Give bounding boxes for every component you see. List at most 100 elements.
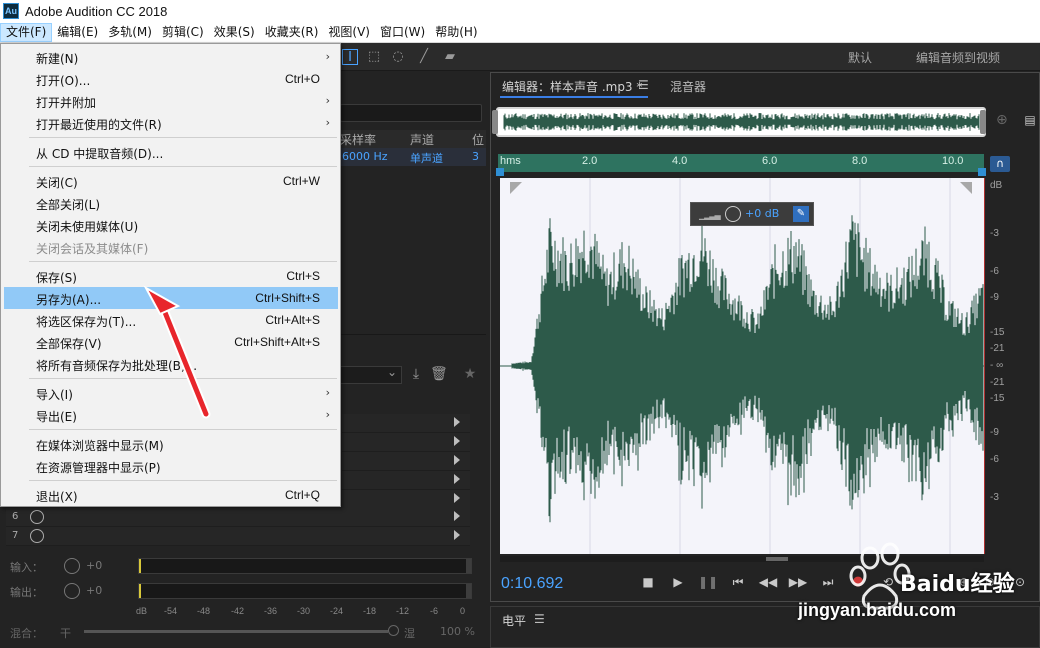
menu-file[interactable]: 文件(F) [0,22,53,42]
menu-item-shortcut: Ctrl+Q [284,488,320,502]
marquee-tool-icon[interactable]: ⬚ [366,49,382,65]
input-level-meter [138,558,472,574]
volume-knob[interactable] [725,206,741,222]
levels-panel-title[interactable]: 电平 [502,612,526,629]
menu-help[interactable]: 帮助(H) [430,23,482,42]
play-icon[interactable]: ▶ [668,574,688,590]
menu-edit[interactable]: 编辑(E) [52,23,103,42]
panel-menu-icon[interactable]: ☰ [638,78,649,92]
levels-menu-icon[interactable]: ☰ [534,612,545,626]
menu-window[interactable]: 窗口(W) [375,23,430,42]
save-preset-icon[interactable]: ⤓ [408,366,424,382]
menu-item-save-selection[interactable]: 将选区保存为(T)... Ctrl+Alt+S [4,309,338,331]
menu-item-close-session: 关闭会话及其媒体(F) [4,236,338,258]
menu-effects[interactable]: 效果(S) [209,23,260,42]
zoom-navigator-icon[interactable]: ⊕ [996,112,1008,128]
menu-item-save-all[interactable]: 全部保存(V) Ctrl+Shift+Alt+S [4,331,338,353]
column-bit[interactable]: 位 [472,131,484,148]
preset-dropdown[interactable] [340,365,402,384]
effect-slot[interactable] [342,452,470,471]
slot-arrow-icon[interactable] [454,417,460,427]
menu-item-close-unused[interactable]: 关闭未使用媒体(U) [4,214,338,236]
watermark-url: jingyan.baidu.com [798,600,957,620]
timeline-ruler[interactable]: hms 2.0 4.0 6.0 8.0 10.0 [498,154,984,172]
go-to-start-icon[interactable]: ⏮ [728,574,748,590]
waveform-display[interactable] [500,178,984,554]
timeline-end-marker[interactable] [978,168,986,176]
power-icon[interactable] [30,529,44,543]
menu-item-label: 保存(S) [36,271,77,285]
column-channels[interactable]: 声道 [410,131,434,148]
menu-item-open-recent[interactable]: 打开最近使用的文件(R) › [4,112,338,134]
tab-editor[interactable]: 编辑器：样本声音 .mp3 * [502,78,642,95]
menu-favorites[interactable]: 收藏夹(R) [260,23,324,42]
timeline-label: 6.0 [762,155,778,167]
slot-arrow-icon[interactable] [454,455,460,465]
trash-icon[interactable]: 🗑 [430,366,448,382]
tab-mixer[interactable]: 混音器 [670,78,706,95]
menu-item-label: 将选区保存为(T)... [36,315,137,329]
effect-slot[interactable]: 6 [6,508,470,527]
effect-slot[interactable] [342,471,470,490]
pause-icon[interactable]: ❚❚ [698,574,718,590]
menu-item-batch-save[interactable]: 将所有音频保存为批处理(B)... [4,353,338,375]
app-logo: Au [3,3,19,19]
menu-item-exit[interactable]: 退出(X) Ctrl+Q [4,484,338,506]
effect-slot[interactable] [342,490,470,509]
file-row[interactable]: 6000 Hz 单声道 3 [340,148,486,166]
menu-item-export[interactable]: 导出(E) › [4,404,338,426]
menu-multitrack[interactable]: 多轨(M) [103,23,157,42]
menu-item-close[interactable]: 关闭(C) Ctrl+W [4,170,338,192]
timeline-start-marker[interactable] [496,168,504,176]
stop-icon[interactable]: ■ [638,574,658,590]
panel-options-icon[interactable]: ▤ [1020,112,1040,128]
files-column-headers: 采样率 声道 位 [340,130,486,148]
volume-value: +0 dB [745,207,780,220]
overview-waveform-graphic [503,113,980,131]
files-search-input[interactable] [340,104,482,122]
menu-clip[interactable]: 剪辑(C) [157,23,209,42]
mix-slider-track[interactable] [84,630,388,633]
effect-slot[interactable]: 7 [6,527,470,546]
overview-right-handle[interactable] [980,110,986,134]
effect-slot[interactable] [342,433,470,452]
menu-item-new[interactable]: 新建(N) › [4,46,338,68]
current-time-display[interactable]: 0:10.692 [501,575,563,593]
menu-item-extract-cd[interactable]: 从 CD 中提取音频(D)... [4,141,338,163]
workspace-default[interactable]: 默认 [848,49,872,66]
slot-arrow-icon[interactable] [454,493,460,503]
input-gain-knob[interactable] [64,558,80,574]
mix-slider-handle[interactable] [388,625,399,636]
menu-separator [29,480,337,481]
slot-arrow-icon[interactable] [454,511,460,521]
column-sample-rate[interactable]: 采样率 [340,131,376,148]
file-dropdown-menu: 新建(N) › 打开(O)... Ctrl+O 打开并附加 › 打开最近使用的文… [0,43,341,507]
menu-item-open[interactable]: 打开(O)... Ctrl+O [4,68,338,90]
menu-item-close-all[interactable]: 全部关闭(L) [4,192,338,214]
spot-healing-tool-icon[interactable]: ▰ [442,49,458,65]
menu-item-import[interactable]: 导入(I) › [4,382,338,404]
slot-arrow-icon[interactable] [454,530,460,540]
menu-item-open-append[interactable]: 打开并附加 › [4,90,338,112]
brush-tool-icon[interactable]: ╱ [416,49,432,65]
menu-item-save[interactable]: 保存(S) Ctrl+S [4,265,338,287]
overview-waveform[interactable] [496,107,986,137]
overview-left-handle[interactable] [492,110,498,134]
menu-item-save-as[interactable]: 另存为(A)... Ctrl+Shift+S [4,287,338,309]
rewind-icon[interactable]: ◀◀ [758,574,778,590]
menu-item-reveal-media-browser[interactable]: 在媒体浏览器中显示(M) [4,433,338,455]
snap-magnet-icon[interactable]: ∩ [990,156,1010,172]
lasso-tool-icon[interactable]: ◌ [390,49,406,65]
power-icon[interactable] [30,510,44,524]
slot-arrow-icon[interactable] [454,474,460,484]
menu-view[interactable]: 视图(V) [323,23,375,42]
menu-item-reveal-explorer[interactable]: 在资源管理器中显示(P) [4,455,338,477]
workspace-edit-audio-to-video[interactable]: 编辑音频到视频 [916,49,1000,66]
output-gain-knob[interactable] [64,583,80,599]
favorite-star-icon[interactable]: ★ [462,366,478,382]
db-label: -6 [990,454,999,465]
effect-slot[interactable] [342,414,470,433]
pin-icon[interactable]: ✎ [793,206,809,222]
time-selection-tool-icon[interactable]: I [342,49,358,65]
slot-arrow-icon[interactable] [454,436,460,446]
